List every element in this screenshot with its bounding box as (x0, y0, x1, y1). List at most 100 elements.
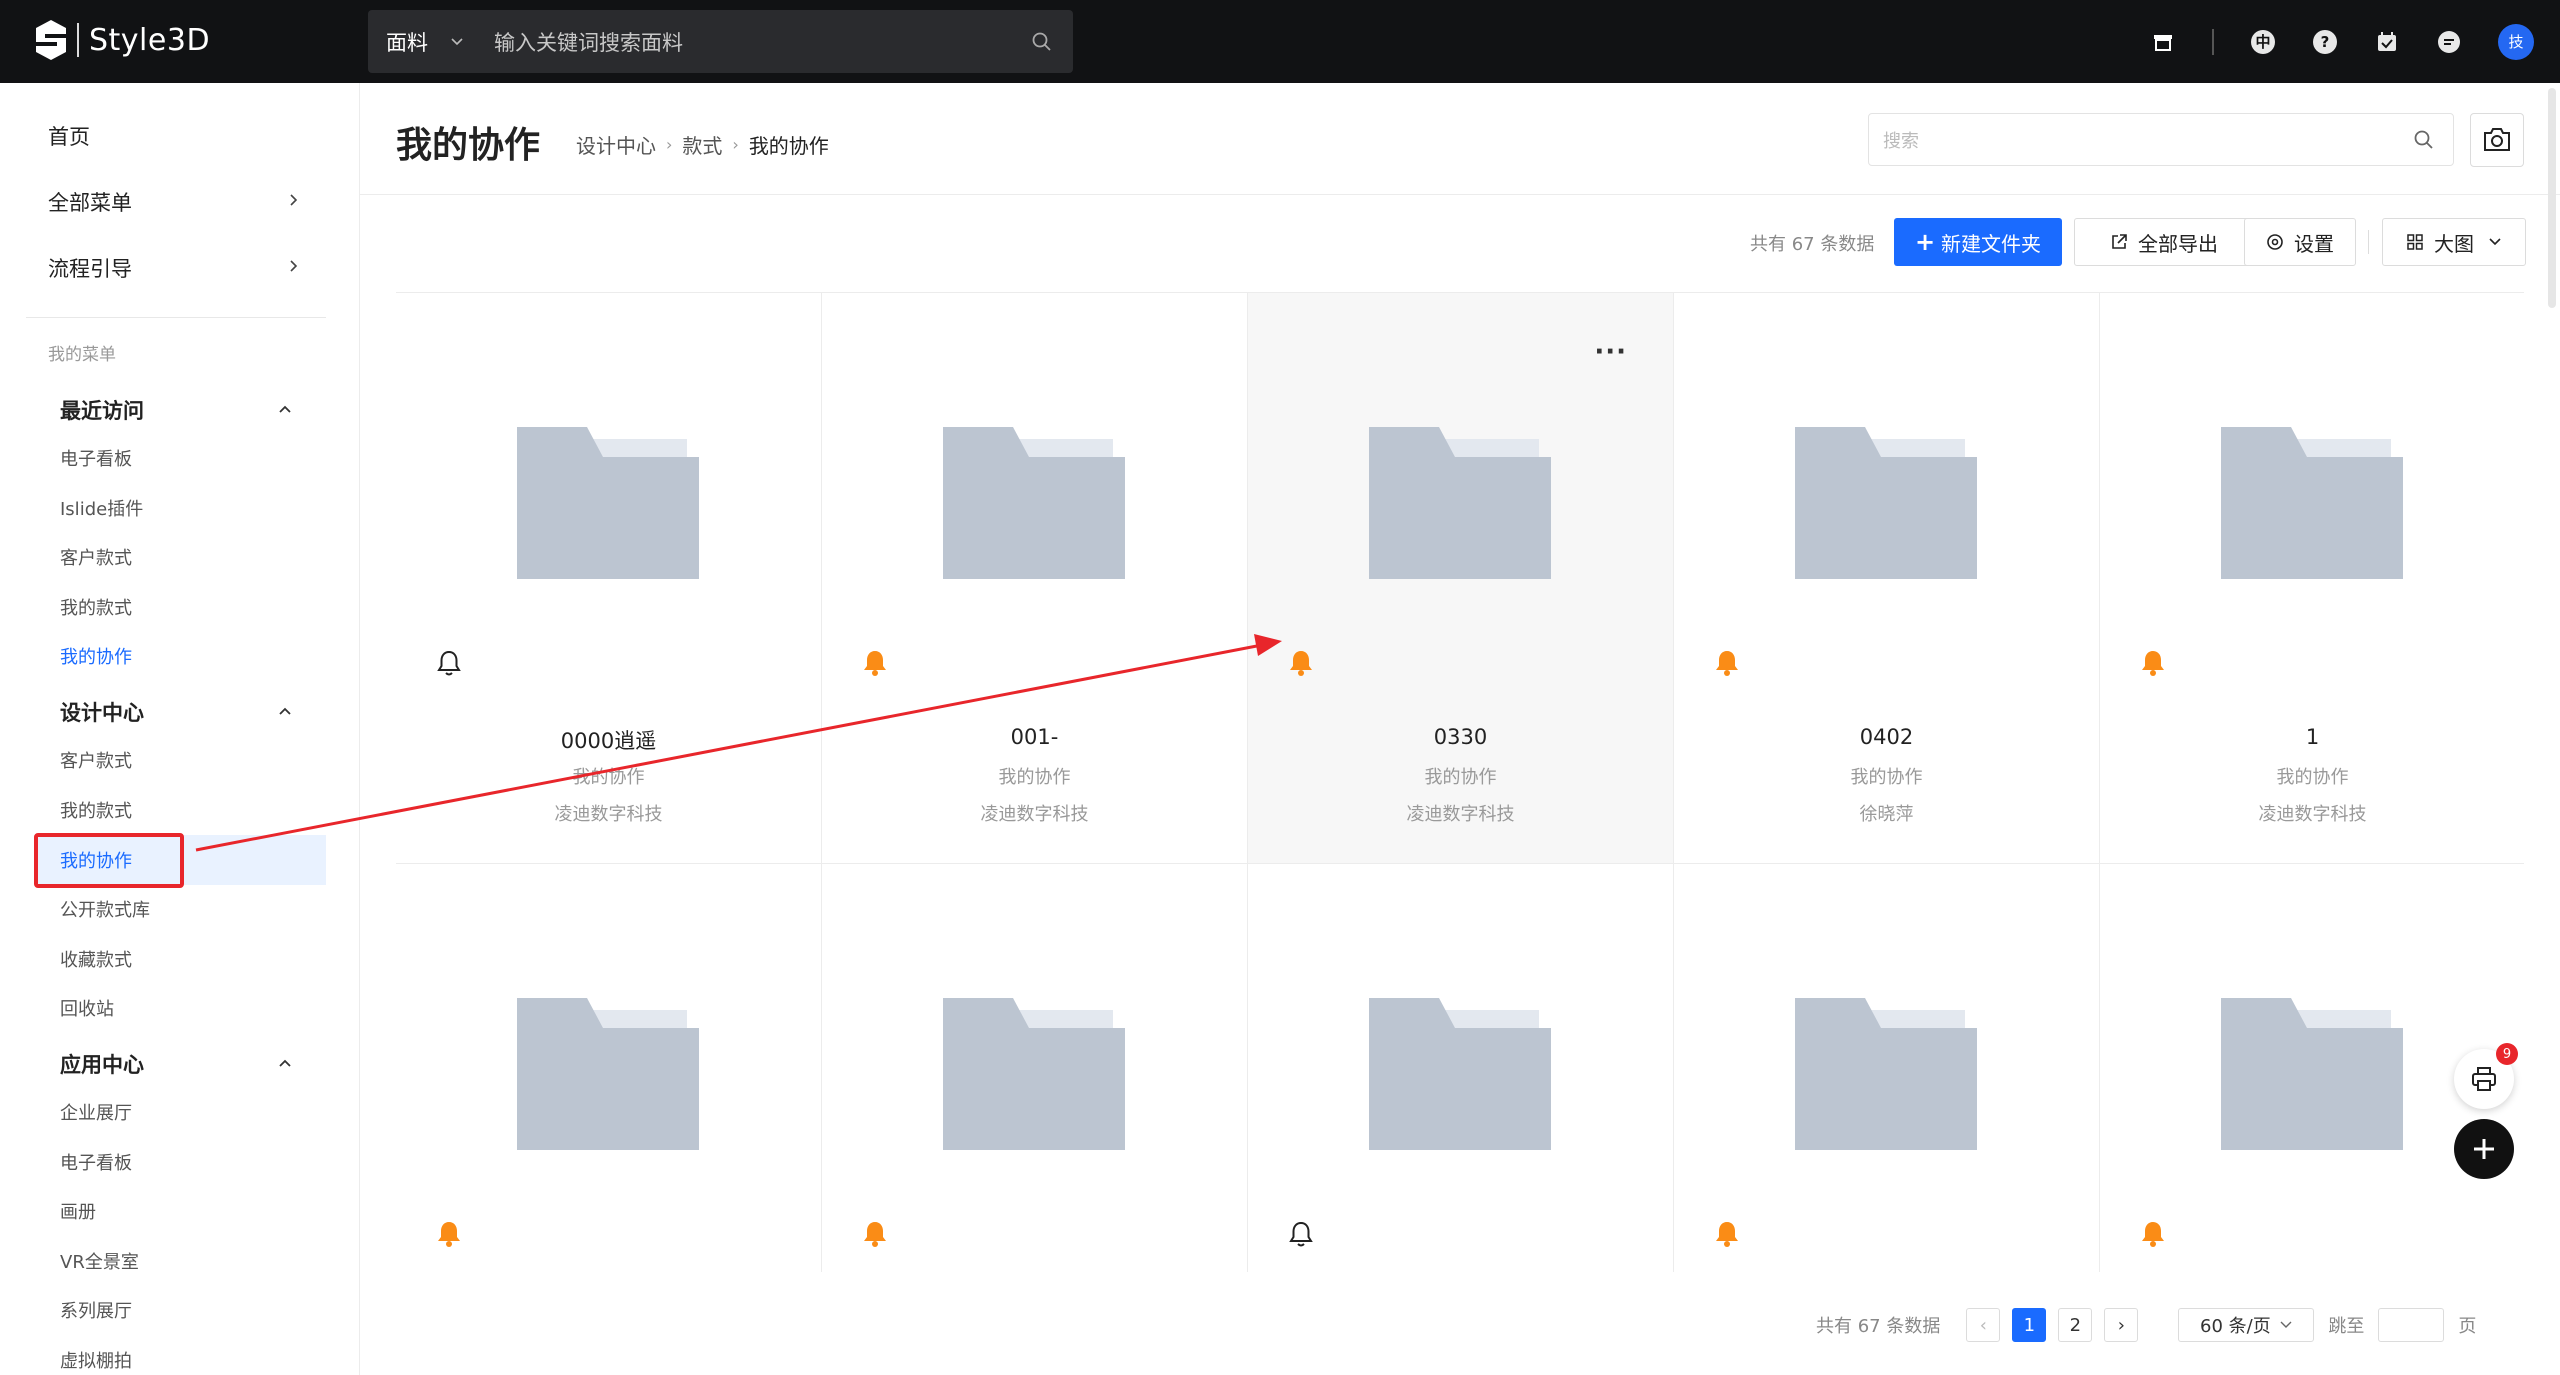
breadcrumb-current: 我的协作 (748, 134, 829, 158)
search-category-select[interactable]: 面料 (368, 27, 488, 57)
folder-name: 001- (1010, 725, 1059, 749)
folder-icon (1369, 998, 1551, 1150)
settings-label: 设置 (2294, 231, 2334, 256)
folder-card[interactable] (1674, 864, 2100, 1272)
breadcrumb-item[interactable]: 设计中心 (576, 130, 656, 159)
chevron-up-icon[interactable] (277, 1055, 293, 1071)
sidebar-item-all-menu[interactable]: 全部菜单 (48, 187, 132, 217)
export-all-button[interactable]: 全部导出 (2074, 218, 2254, 266)
prev-page-button[interactable]: ‹ (1966, 1308, 2001, 1342)
chevron-up-icon[interactable] (277, 401, 293, 417)
page-search[interactable]: 搜索 (1868, 113, 2454, 166)
jump-page-input[interactable] (2378, 1308, 2445, 1342)
export-all-label: 全部导出 (2138, 231, 2218, 256)
image-search-button[interactable] (2470, 113, 2524, 167)
folder-category: 我的协作 (998, 767, 1071, 788)
sidebar-group-app-center[interactable]: 应用中心 (60, 1049, 144, 1079)
top-bar: Style3D 面料 输入关键词搜索面料 中 ? 技 (0, 0, 2560, 83)
store-icon[interactable] (2150, 29, 2176, 55)
style3d-logo-icon (36, 20, 66, 60)
sidebar-item-recent-board[interactable]: 电子看板 (60, 445, 132, 471)
sidebar-item-favorites[interactable]: 收藏款式 (60, 946, 132, 972)
folder-owner: 凌迪数字科技 (2258, 804, 2367, 825)
user-avatar[interactable]: 技 (2498, 23, 2534, 60)
page-2-button[interactable]: 2 (2058, 1308, 2093, 1342)
bell-outline-icon[interactable] (1288, 1220, 1314, 1248)
page-unit-label: 页 (2458, 1316, 2477, 1337)
sidebar-item-client-styles[interactable]: 客户款式 (60, 747, 132, 773)
folder-card[interactable]: 0330 我的协作 凌迪数字科技 ··· (1248, 293, 1674, 864)
sidebar-item-series-showroom[interactable]: 系列展厅 (60, 1297, 132, 1323)
folder-card[interactable]: 0000逍遥 我的协作 凌迪数字科技 (396, 293, 822, 864)
view-mode-select[interactable]: 大图 (2382, 218, 2526, 266)
sidebar-item-recycle-bin[interactable]: 回收站 (60, 995, 114, 1021)
bell-filled-icon[interactable] (436, 1220, 462, 1248)
chat-icon[interactable] (2436, 29, 2462, 55)
folder-name: 1 (2305, 725, 2320, 749)
folder-card[interactable]: 1 我的协作凌迪数字科技 (2100, 293, 2524, 864)
sidebar-item-my-styles[interactable]: 我的款式 (60, 797, 132, 823)
search-icon[interactable] (2413, 129, 2435, 151)
folder-icon (517, 427, 699, 579)
globe-icon[interactable]: 中 (2250, 29, 2276, 55)
sidebar-item-recent-islide[interactable]: Islide插件 (60, 495, 143, 521)
sidebar-item-album[interactable]: 画册 (60, 1198, 96, 1224)
bell-filled-icon[interactable] (1288, 649, 1314, 677)
bell-filled-icon[interactable] (1714, 649, 1740, 677)
sidebar-item-process-guide[interactable]: 流程引导 (48, 253, 132, 283)
page-scrollbar[interactable] (2548, 88, 2556, 308)
global-search[interactable]: 面料 输入关键词搜索面料 (368, 10, 1073, 73)
sidebar-group-recent[interactable]: 最近访问 (60, 395, 144, 425)
add-floating-button[interactable] (2454, 1119, 2514, 1179)
breadcrumb-separator: › (666, 135, 673, 154)
sidebar-item-home[interactable]: 首页 (48, 121, 90, 151)
folder-category: 我的协作 (572, 767, 645, 788)
bell-filled-icon[interactable] (2140, 1220, 2166, 1248)
sidebar-item-virtual-shoot[interactable]: 虚拟棚拍 (60, 1347, 132, 1373)
bell-filled-icon[interactable] (862, 1220, 888, 1248)
bell-filled-icon[interactable] (1714, 1220, 1740, 1248)
settings-button[interactable]: 设置 (2244, 218, 2356, 266)
sidebar-item-public-library[interactable]: 公开款式库 (60, 896, 150, 922)
more-options-icon[interactable]: ··· (1594, 337, 1627, 367)
breadcrumb-item[interactable]: 款式 (682, 130, 722, 159)
print-queue-button[interactable]: 9 (2454, 1043, 2518, 1109)
bell-outline-icon[interactable] (436, 649, 462, 677)
folder-card[interactable] (396, 864, 822, 1272)
sidebar-item-recent-my-collab[interactable]: 我的协作 (60, 643, 132, 669)
gear-icon (2267, 234, 2283, 250)
folder-category: 我的协作 (2276, 767, 2349, 788)
calendar-check-icon[interactable] (2374, 29, 2400, 55)
logo-separator (77, 23, 79, 57)
header-divider (360, 194, 2560, 195)
folder-card[interactable] (1248, 864, 1674, 1272)
new-folder-button[interactable]: + 新建文件夹 (1894, 218, 2062, 266)
sidebar-item-recent-my-styles[interactable]: 我的款式 (60, 594, 132, 620)
brand-logo[interactable]: Style3D (33, 18, 210, 62)
page-1-button[interactable]: 1 (2012, 1308, 2047, 1342)
bell-filled-icon[interactable] (862, 649, 888, 677)
sidebar-item-board[interactable]: 电子看板 (60, 1149, 132, 1175)
search-category-label: 面料 (386, 30, 428, 55)
global-search-input[interactable]: 输入关键词搜索面料 (488, 27, 1031, 57)
help-icon[interactable]: ? (2312, 29, 2338, 55)
folder-card[interactable]: 001- 我的协作 凌迪数字科技 (822, 293, 1248, 864)
brand-name: Style3D (89, 22, 211, 58)
search-icon[interactable] (1031, 31, 1053, 53)
plus-icon: + (1914, 228, 1936, 256)
folder-icon (943, 427, 1125, 579)
sidebar-item-recent-client-styles[interactable]: 客户款式 (60, 544, 132, 570)
folder-card[interactable] (822, 864, 1248, 1272)
chevron-up-icon[interactable] (277, 703, 293, 719)
bell-filled-icon[interactable] (2140, 649, 2166, 677)
sidebar-item-vr-room[interactable]: VR全景室 (60, 1248, 139, 1274)
next-page-button[interactable]: › (2104, 1308, 2139, 1342)
folder-category: 我的协作 (1424, 767, 1497, 788)
sidebar-item-showroom[interactable]: 企业展厅 (60, 1099, 132, 1125)
new-folder-label: 新建文件夹 (1941, 231, 2042, 256)
page-search-input[interactable]: 搜索 (1869, 127, 2413, 153)
page-size-select[interactable]: 60 条/页 (2178, 1308, 2315, 1342)
folder-card[interactable]: 0402 我的协作 徐晓萍 (1674, 293, 2100, 864)
grid-view-icon (2407, 234, 2423, 250)
sidebar-group-design-center[interactable]: 设计中心 (60, 697, 144, 727)
